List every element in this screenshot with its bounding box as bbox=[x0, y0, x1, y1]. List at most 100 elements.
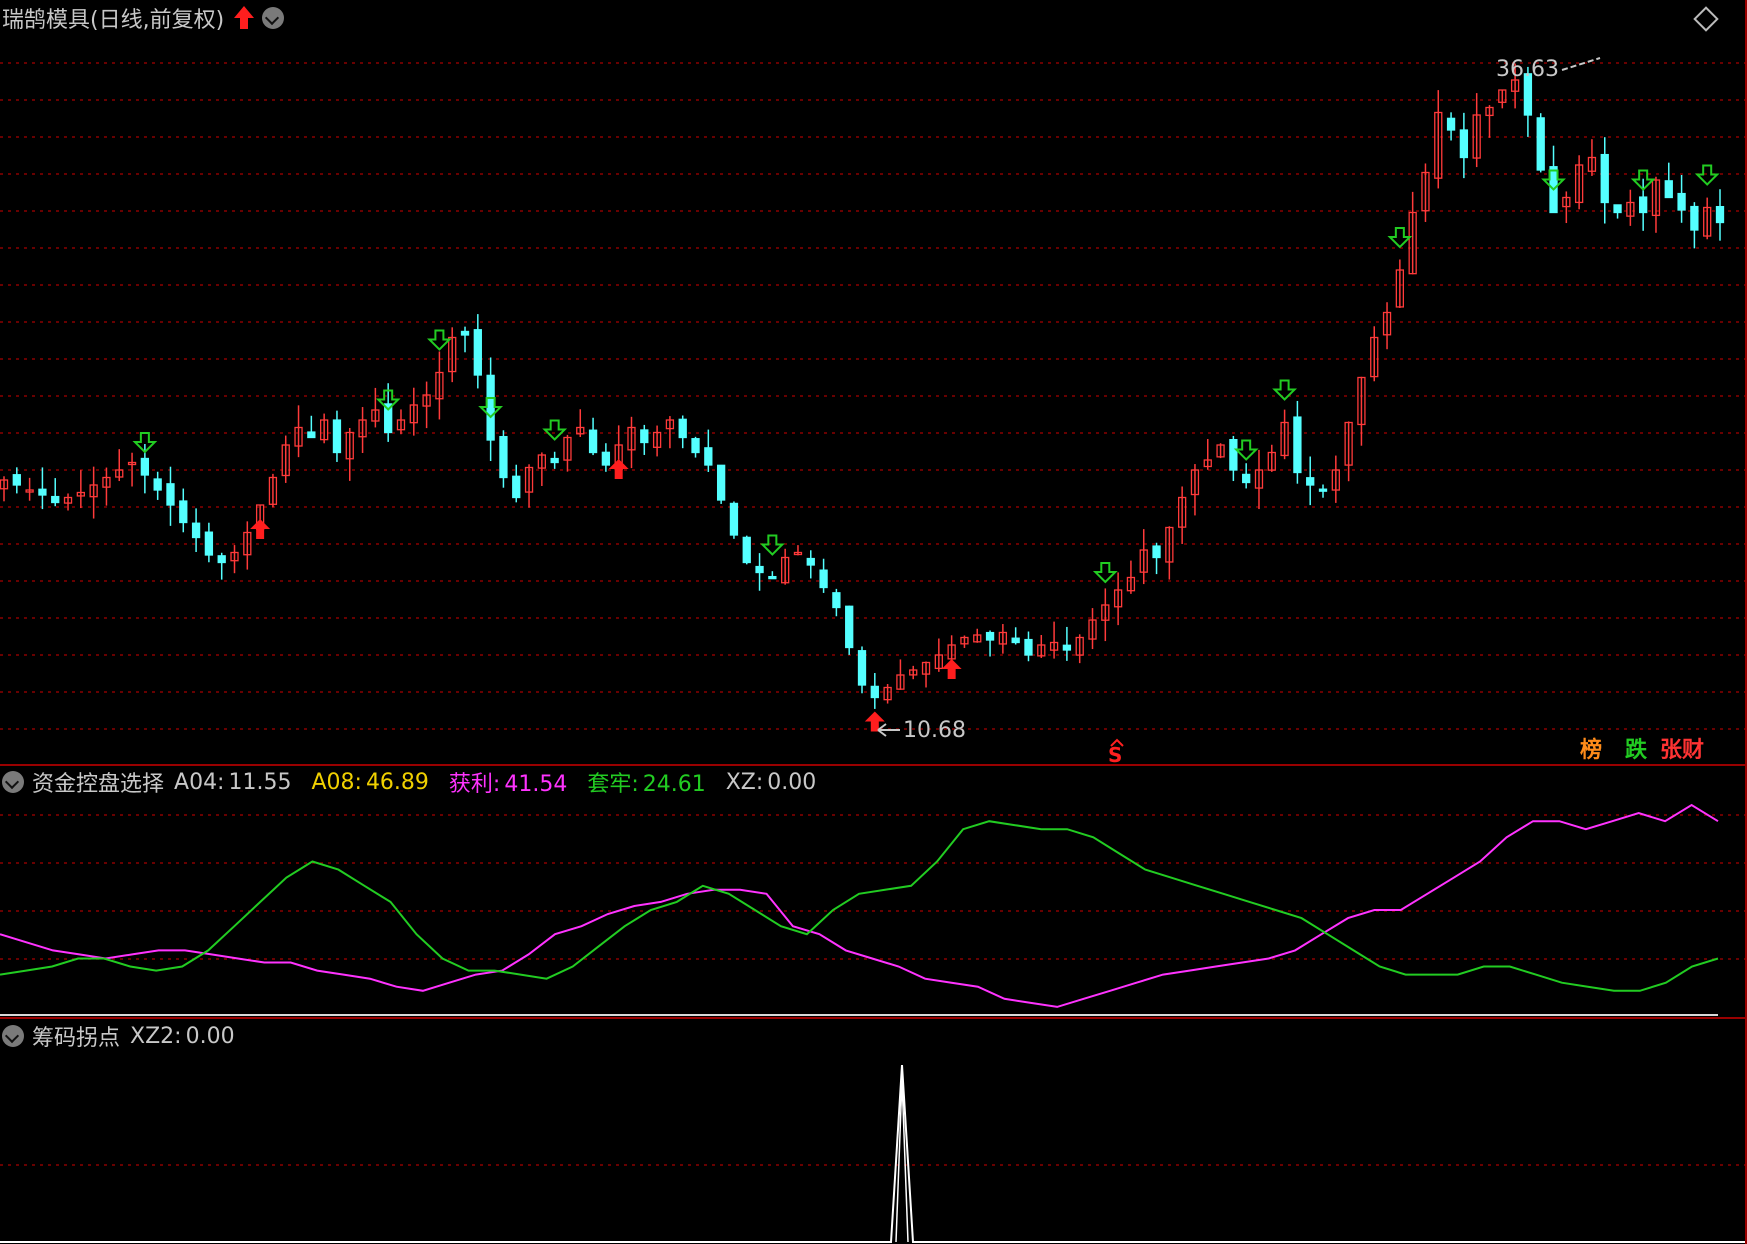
candle[interactable] bbox=[1459, 129, 1469, 159]
buy-arrow-icon bbox=[250, 519, 271, 539]
chevron-down-icon[interactable] bbox=[262, 7, 285, 29]
badge-zhangcai[interactable]: 张财 bbox=[1658, 736, 1706, 766]
indicator1-header: 资金控盘选择 A04: 11.55 A08: 46.89 获利: 41.54 套牢: 2… bbox=[0, 766, 836, 798]
candle[interactable] bbox=[985, 631, 995, 641]
chevron-down-icon[interactable] bbox=[2, 771, 24, 793]
chart-title[interactable]: 瑞鹄模具(日线,前复权) bbox=[2, 2, 224, 34]
candle[interactable] bbox=[1062, 644, 1072, 651]
candle[interactable] bbox=[153, 478, 162, 491]
indicator2-header: 筹码拐点 XZ2: 0.00 bbox=[0, 1020, 255, 1052]
candle[interactable] bbox=[588, 429, 598, 454]
indicator1-value-3: 套牢: 24.61 bbox=[587, 772, 706, 797]
indicator1-value-4: XZ: 0.00 bbox=[725, 769, 817, 795]
candle[interactable] bbox=[640, 429, 649, 444]
candle[interactable] bbox=[1318, 488, 1328, 492]
candle[interactable] bbox=[191, 522, 201, 539]
indicator2-lines[interactable] bbox=[0, 1064, 1745, 1243]
candle[interactable] bbox=[1446, 117, 1456, 131]
candle[interactable] bbox=[704, 447, 713, 466]
indicator2-name[interactable]: 筹码拐点 bbox=[32, 1020, 120, 1052]
candle[interactable] bbox=[1024, 638, 1033, 656]
badge-die[interactable]: 跌 bbox=[1623, 736, 1649, 766]
candle[interactable] bbox=[179, 500, 188, 524]
candle[interactable] bbox=[307, 431, 316, 439]
s-marker[interactable]: S bbox=[1108, 743, 1122, 767]
candle[interactable] bbox=[1690, 205, 1699, 231]
candle[interactable] bbox=[1306, 477, 1315, 486]
candle[interactable] bbox=[768, 575, 777, 580]
xz2-line[interactable] bbox=[0, 1064, 1745, 1243]
candle[interactable] bbox=[845, 605, 854, 649]
candle[interactable] bbox=[1229, 439, 1238, 471]
sell-arrow-icon bbox=[1387, 227, 1413, 249]
candle[interactable] bbox=[217, 555, 226, 564]
candle[interactable] bbox=[678, 418, 687, 439]
candle[interactable] bbox=[691, 438, 700, 454]
candle[interactable] bbox=[1639, 196, 1648, 214]
candle[interactable] bbox=[806, 557, 815, 566]
chart-stage: 36.63 10.68 S bbox=[0, 0, 1747, 1244]
low-price-label: 10.68 bbox=[903, 718, 966, 743]
buy-arrow-icon bbox=[608, 459, 629, 479]
candle[interactable] bbox=[499, 435, 508, 479]
sell-arrow-icon bbox=[1092, 562, 1118, 584]
candle[interactable] bbox=[742, 536, 751, 564]
candle[interactable] bbox=[1664, 180, 1673, 199]
signal-arrows bbox=[132, 164, 1720, 732]
candle[interactable] bbox=[1242, 473, 1251, 484]
main-grid bbox=[0, 62, 1745, 730]
buy-arrow-icon bbox=[941, 659, 962, 679]
candle[interactable] bbox=[1600, 153, 1609, 204]
red-up-arrow-icon[interactable] bbox=[234, 6, 255, 30]
sell-arrow-icon bbox=[1233, 439, 1259, 461]
candle[interactable] bbox=[1011, 637, 1020, 644]
candle[interactable] bbox=[1613, 204, 1622, 214]
xz2-line-inner bbox=[895, 1079, 909, 1243]
candle[interactable] bbox=[460, 330, 470, 336]
candle[interactable] bbox=[1293, 416, 1302, 474]
candle[interactable] bbox=[38, 488, 47, 496]
indicator1-grid bbox=[0, 814, 1745, 960]
badge-bang[interactable]: 榜 bbox=[1578, 736, 1604, 766]
main-header: 瑞鹄模具(日线,前复权) bbox=[0, 2, 290, 34]
indicator1-value-1: A08: 46.89 bbox=[311, 769, 429, 795]
chevron-down-icon[interactable] bbox=[2, 1025, 24, 1047]
trapped-line[interactable] bbox=[0, 820, 1719, 992]
candle[interactable] bbox=[601, 451, 611, 466]
candle[interactable] bbox=[729, 502, 739, 536]
candle[interactable] bbox=[550, 457, 559, 464]
candle[interactable] bbox=[166, 483, 175, 506]
candle[interactable] bbox=[832, 592, 841, 609]
sell-arrow-icon bbox=[426, 329, 452, 351]
sell-arrow-icon bbox=[1272, 379, 1298, 401]
candle[interactable] bbox=[1152, 545, 1161, 559]
indicator1-value-0: A04: 11.55 bbox=[174, 769, 292, 795]
indicator1-value-2: 获利: 41.54 bbox=[448, 772, 568, 797]
sell-arrow-icon bbox=[759, 534, 785, 556]
candle[interactable] bbox=[12, 474, 21, 486]
candle[interactable] bbox=[512, 475, 521, 499]
high-pointer bbox=[1561, 57, 1601, 71]
profit-line[interactable] bbox=[0, 803, 1719, 1008]
low-pointer bbox=[877, 723, 900, 737]
indicator1-name[interactable]: 资金控盘选择 bbox=[32, 766, 164, 798]
candle[interactable] bbox=[1677, 192, 1686, 211]
candle[interactable] bbox=[819, 569, 828, 589]
candle[interactable] bbox=[140, 457, 150, 476]
candle[interactable] bbox=[332, 419, 342, 454]
sell-arrow-icon bbox=[1694, 164, 1720, 186]
candle[interactable] bbox=[870, 685, 879, 699]
candle[interactable] bbox=[1536, 117, 1545, 171]
indicator2-value-0: XZ2: 0.00 bbox=[130, 1023, 235, 1049]
candle[interactable] bbox=[473, 329, 482, 376]
indicator1-lines[interactable] bbox=[0, 803, 1719, 1016]
candlestick-series[interactable] bbox=[0, 63, 1725, 709]
candle[interactable] bbox=[857, 650, 867, 686]
candle[interactable] bbox=[716, 464, 726, 501]
candle[interactable] bbox=[755, 565, 764, 574]
sell-arrow-icon bbox=[542, 419, 568, 441]
candle[interactable] bbox=[204, 531, 214, 556]
candle[interactable] bbox=[486, 374, 495, 441]
candle[interactable] bbox=[51, 495, 60, 504]
candle[interactable] bbox=[1715, 205, 1725, 224]
